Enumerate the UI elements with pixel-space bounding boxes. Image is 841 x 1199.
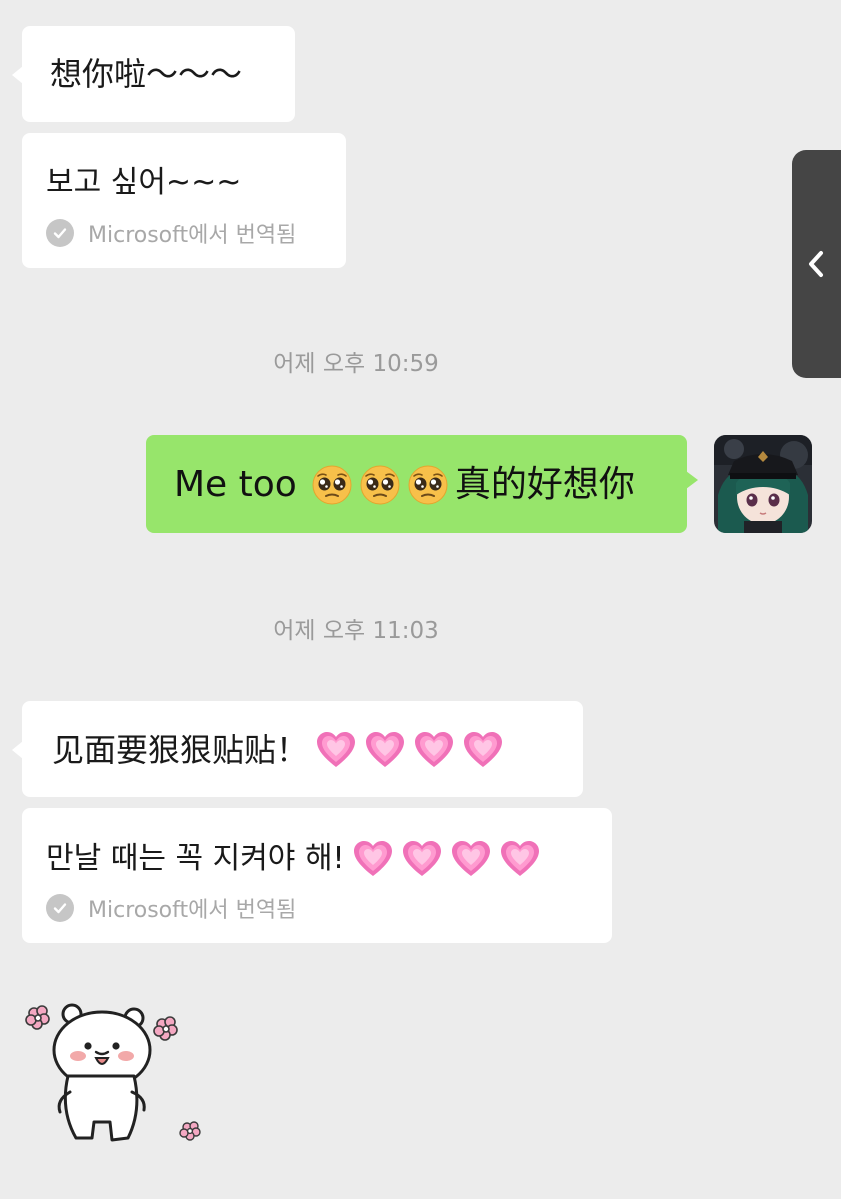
growing-heart-emoji (464, 732, 503, 767)
timestamp: 어제 오후 11:03 (273, 618, 439, 644)
growing-heart-emoji (353, 841, 392, 876)
growing-heart-emoji (451, 841, 490, 876)
timestamp: 어제 오후 10:59 (273, 351, 439, 377)
check-circle-icon (46, 894, 74, 922)
message-text: 想你啦～～～ (50, 55, 243, 93)
translation-bubble[interactable]: 보고 싶어~~~ Microsoft에서 번역됨 (22, 133, 346, 268)
avatar[interactable] (714, 435, 812, 533)
translated-text: 만날 때는 꼭 지켜야 해! (46, 838, 541, 880)
message-text-suffix: 真的好想你 (454, 464, 635, 505)
outgoing-message-bubble[interactable]: Me too 真的好想你 (146, 435, 698, 533)
message-text-main: 见面要狠狠贴贴！ (52, 731, 309, 769)
flower-icon (25, 1005, 50, 1030)
chevron-left-icon (804, 248, 828, 284)
pleading-face-emoji (360, 465, 400, 505)
growing-heart-emoji (366, 732, 405, 767)
translation-credit: Microsoft에서 번역됨 (46, 892, 296, 924)
check-circle-icon (46, 219, 74, 247)
bear-sticker[interactable] (24, 1000, 214, 1150)
incoming-message-bubble[interactable]: 见面要狠狠贴贴！ (12, 701, 583, 797)
growing-heart-emoji (317, 732, 356, 767)
translation-credit: Microsoft에서 번역됨 (46, 217, 296, 249)
message-text: 见面要狠狠贴贴！ (52, 729, 504, 771)
growing-heart-emoji (402, 841, 441, 876)
growing-heart-emoji (415, 732, 454, 767)
incoming-message-bubble[interactable]: 想你啦～～～ (12, 26, 295, 122)
translated-text-main: 만날 때는 꼭 지켜야 해! (46, 841, 345, 876)
side-panel-toggle[interactable] (792, 150, 841, 378)
message-text: Me too 真的好想你 (174, 464, 635, 506)
growing-heart-emoji (500, 841, 539, 876)
pleading-face-emoji (408, 465, 448, 505)
message-text-prefix: Me too (174, 464, 297, 505)
translation-label: Microsoft에서 번역됨 (88, 223, 297, 248)
pleading-face-emoji (312, 465, 352, 505)
translation-bubble[interactable]: 만날 때는 꼭 지켜야 해! Microsoft에서 번역됨 (22, 808, 612, 943)
translation-label: Microsoft에서 번역됨 (88, 898, 297, 923)
translated-text: 보고 싶어~~~ (46, 165, 242, 200)
